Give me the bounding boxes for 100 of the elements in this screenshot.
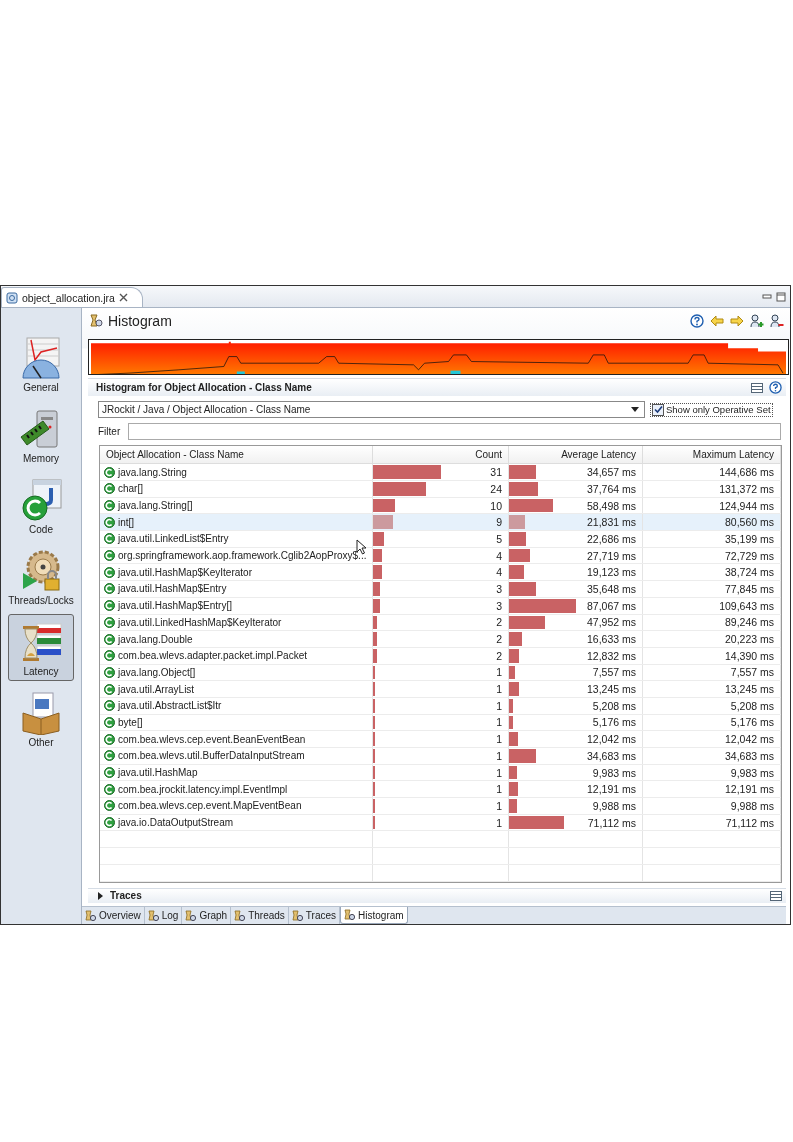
count-value: 2 — [496, 616, 502, 629]
maximum-latency: 13,245 ms — [724, 683, 774, 696]
class-name: java.util.LinkedHashMap$KeyIterator — [118, 616, 282, 628]
page-title: Histogram — [108, 313, 172, 330]
average-latency: 34,657 ms — [586, 466, 636, 479]
class-name: com.bea.wlevs.adapter.packet.impl.Packet — [118, 650, 307, 662]
count-value: 3 — [496, 582, 502, 595]
average-latency: 7,557 ms — [592, 666, 636, 679]
maximum-latency: 38,724 ms — [724, 566, 774, 579]
column-header[interactable]: Average Latency — [509, 446, 643, 464]
table-row[interactable]: int[] 9 21,831 ms 80,560 ms — [100, 514, 781, 532]
table-row[interactable]: java.lang.Double 2 16,633 ms 20,223 ms — [100, 631, 781, 648]
table-row[interactable]: java.util.HashMap$KeyIterator 4 19,123 ms 38,724 ms — [100, 564, 781, 582]
count-value: 4 — [496, 549, 502, 562]
class-name: java.lang.String[] — [118, 500, 193, 512]
count-value: 1 — [496, 816, 502, 829]
average-latency: 47,952 ms — [586, 616, 636, 629]
count-value: 10 — [490, 499, 502, 512]
maximum-latency: 89,246 ms — [724, 616, 774, 629]
maximum-latency: 131,372 ms — [719, 482, 774, 495]
count-value: 4 — [496, 566, 502, 579]
sidebar-item[interactable]: Latency — [8, 614, 74, 681]
table-row[interactable]: com.bea.jrockit.latency.impl.EventImpl 1 12,191 ms 12,191 ms — [100, 781, 781, 799]
count-value: 1 — [496, 749, 502, 762]
average-latency: 37,764 ms — [586, 482, 636, 495]
count-value: 1 — [496, 766, 502, 779]
table-row[interactable]: char[] 24 37,764 ms 131,372 ms — [100, 481, 781, 498]
column-header[interactable]: Count — [373, 446, 509, 464]
class-name: com.bea.jrockit.latency.impl.EventImpl — [118, 783, 288, 795]
table-row[interactable]: java.util.HashMap$Entry[] 3 87,067 ms 109,643 ms — [100, 597, 781, 615]
table-row[interactable]: java.lang.String 31 34,657 ms 144,686 ms — [100, 464, 781, 481]
table-row[interactable]: com.bea.wlevs.adapter.packet.impl.Packet 2 12,832 ms 14,390 ms — [100, 647, 781, 665]
table-row[interactable]: byte[] 1 5,176 ms 5,176 ms — [100, 714, 781, 732]
class-name: java.util.LinkedList$Entry — [118, 533, 229, 545]
table-row[interactable]: java.util.AbstractList$Itr 1 5,208 ms 5,208 ms — [100, 697, 781, 715]
maximum-latency: 20,223 ms — [724, 633, 774, 646]
average-latency: 12,042 ms — [586, 733, 636, 746]
sidebar-item[interactable]: Memory — [8, 401, 74, 468]
maximum-latency: 12,191 ms — [724, 783, 774, 796]
sidebar-item[interactable]: Threads/Locks — [8, 543, 74, 610]
operative-set-checkbox[interactable]: Show only Operative Set — [650, 402, 773, 417]
maximum-latency: 71,112 ms — [725, 816, 774, 829]
class-name: java.util.HashMap$Entry — [118, 583, 227, 595]
average-latency: 58,498 ms — [586, 499, 636, 512]
sidebar-item[interactable]: General — [8, 330, 74, 397]
average-latency: 13,245 ms — [586, 683, 636, 696]
sidebar-item[interactable]: Code — [8, 472, 74, 539]
table-row[interactable]: java.util.LinkedHashMap$KeyIterator 2 47,952 ms 89,246 ms — [100, 614, 781, 632]
maximum-latency: 77,845 ms — [724, 582, 774, 595]
column-header[interactable]: Maximum Latency — [643, 446, 781, 464]
count-value: 9 — [496, 516, 502, 529]
maximum-latency: 9,983 ms — [730, 766, 774, 779]
class-name: com.bea.wlevs.cep.event.MapEventBean — [118, 800, 302, 812]
page-tab[interactable]: Graph — [182, 907, 232, 924]
table-row[interactable]: java.lang.Object[] 1 7,557 ms 7,557 ms — [100, 664, 781, 682]
sidebar-item[interactable]: Other — [8, 685, 74, 752]
page-tab[interactable]: Threads — [231, 907, 289, 924]
table-row[interactable]: com.bea.wlevs.cep.event.BeanEventBean 1 12,042 ms 12,042 ms — [100, 731, 781, 748]
maximum-latency: 109,643 ms — [719, 599, 774, 612]
maximum-latency: 5,176 ms — [730, 716, 774, 729]
traces-section-header[interactable]: Traces — [88, 887, 786, 904]
table-row[interactable]: org.springframework.aop.framework.Cglib2AopProxy$... 4 27,719 ms 72,729 ms — [100, 547, 781, 565]
average-latency: 71,112 ms — [587, 816, 636, 829]
average-latency: 12,191 ms — [586, 783, 636, 796]
class-name: java.util.ArrayList — [118, 683, 195, 695]
count-value: 1 — [496, 733, 502, 746]
maximum-latency: 5,208 ms — [730, 699, 774, 712]
column-header[interactable]: Object Allocation - Class Name — [100, 446, 373, 464]
class-name: java.lang.Object[] — [118, 666, 196, 678]
average-latency: 5,176 ms — [592, 716, 636, 729]
average-latency: 9,988 ms — [592, 799, 636, 812]
editor-tab[interactable]: object_allocation.jra — [1, 287, 143, 307]
page-tab[interactable]: Histogram — [340, 907, 408, 924]
attribute-dropdown[interactable]: JRockit / Java / Object Allocation - Class Name — [98, 401, 645, 419]
table-row[interactable]: java.io.DataOutputStream 1 71,112 ms 71,112 ms — [100, 814, 781, 832]
count-value: 1 — [496, 683, 502, 696]
average-latency: 5,208 ms — [592, 699, 636, 712]
class-name: java.util.HashMap — [118, 767, 198, 779]
table-row[interactable]: java.util.LinkedList$Entry 5 22,686 ms 35,199 ms — [100, 531, 781, 548]
count-value: 1 — [496, 716, 502, 729]
table-row[interactable]: com.bea.wlevs.util.BufferDataInputStream 1 34,683 ms 34,683 ms — [100, 748, 781, 765]
count-value: 24 — [490, 482, 502, 495]
maximum-latency: 7,557 ms — [730, 666, 774, 679]
count-value: 2 — [496, 649, 502, 662]
table-row[interactable]: java.util.HashMap 1 9,983 ms 9,983 ms — [100, 764, 781, 782]
page-tab[interactable]: Overview — [82, 907, 145, 924]
table-row[interactable]: java.util.HashMap$Entry 3 35,648 ms 77,845 ms — [100, 581, 781, 598]
page-tab[interactable]: Log — [144, 907, 183, 924]
class-name: int[] — [118, 516, 135, 528]
maximum-latency: 35,199 ms — [724, 532, 774, 545]
maximum-latency: 14,390 ms — [724, 649, 774, 662]
maximum-latency: 72,729 ms — [724, 549, 774, 562]
class-name: java.util.HashMap$KeyIterator — [118, 566, 252, 578]
class-name: byte[] — [118, 716, 143, 728]
class-name: com.bea.wlevs.util.BufferDataInputStream — [118, 750, 305, 762]
average-latency: 35,648 ms — [586, 582, 636, 595]
table-row[interactable]: java.util.ArrayList 1 13,245 ms 13,245 ms — [100, 681, 781, 698]
class-name: org.springframework.aop.framework.Cglib2AopProxy$... — [118, 550, 367, 562]
table-row[interactable]: com.bea.wlevs.cep.event.MapEventBean 1 9,988 ms 9,988 ms — [100, 798, 781, 815]
average-latency: 21,831 ms — [586, 516, 636, 529]
